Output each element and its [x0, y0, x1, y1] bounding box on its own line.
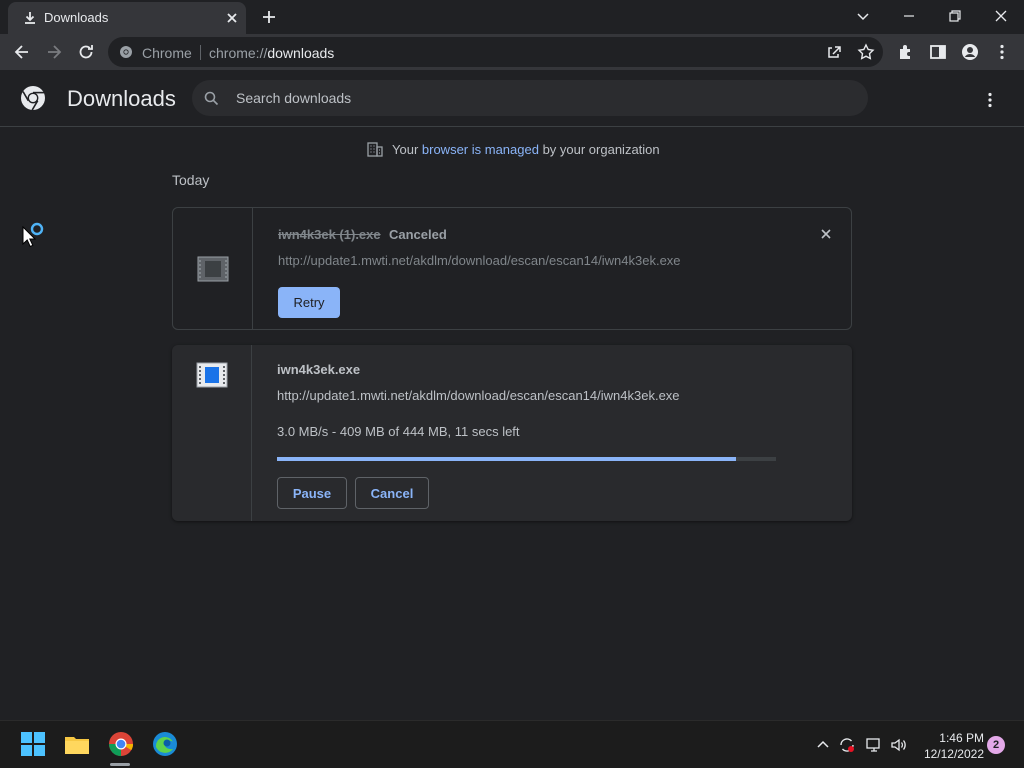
active-app-indicator	[110, 763, 130, 766]
download-status: Canceled	[389, 227, 447, 242]
edge-icon[interactable]	[152, 731, 178, 757]
system-clock[interactable]: 1:46 PM 12/12/2022	[920, 730, 984, 762]
downloads-header: Downloads	[0, 70, 1024, 127]
building-icon	[367, 142, 383, 157]
file-icon-column	[173, 208, 253, 329]
managed-suffix: by your organization	[538, 141, 660, 157]
sync-icon[interactable]	[838, 736, 856, 754]
volume-icon[interactable]	[890, 736, 908, 754]
file-icon	[197, 256, 229, 282]
clock-time: 1:46 PM	[939, 731, 984, 745]
restore-icon[interactable]	[945, 6, 965, 26]
window-close-icon[interactable]	[991, 6, 1011, 26]
chrome-taskbar-icon[interactable]	[108, 731, 134, 757]
tab-title: Downloads	[44, 10, 109, 25]
browser-menu-icon[interactable]	[992, 42, 1012, 62]
remove-item-close-icon[interactable]	[818, 226, 834, 242]
search-icon	[204, 91, 219, 106]
managed-notice: Your browser is managed by your organiza…	[366, 140, 660, 158]
download-filename[interactable]: iwn4k3ek (1).exe	[278, 227, 381, 242]
download-progress-text: 3.0 MB/s - 409 MB of 444 MB, 11 secs lef…	[277, 424, 520, 439]
search-input[interactable]	[236, 87, 836, 109]
extensions-puzzle-icon[interactable]	[896, 42, 916, 62]
toolbar: Chrome chrome://downloads	[0, 34, 1024, 70]
omnibox-divider	[200, 45, 201, 60]
windows-start-icon[interactable]	[20, 731, 46, 757]
file-explorer-icon[interactable]	[64, 731, 90, 757]
download-filename[interactable]: iwn4k3ek.exe	[277, 362, 360, 377]
tab-downloads[interactable]: Downloads	[8, 2, 246, 34]
notification-badge[interactable]: 2	[987, 736, 1005, 754]
new-tab-icon[interactable]	[260, 8, 278, 26]
cancel-button[interactable]: Cancel	[355, 477, 429, 509]
forward-icon[interactable]	[44, 42, 64, 62]
omnibox-label: Chrome	[142, 45, 192, 61]
more-options-icon[interactable]	[980, 90, 1000, 110]
retry-button[interactable]: Retry	[278, 287, 340, 318]
omnibox-url[interactable]: chrome://downloads	[209, 45, 334, 61]
download-item-canceled: iwn4k3ek (1).exe Canceled http://update1…	[172, 207, 852, 330]
url-scheme: chrome://	[209, 45, 268, 61]
profile-icon[interactable]	[960, 42, 980, 62]
minimize-icon[interactable]	[899, 6, 919, 26]
download-progress-bar	[277, 457, 776, 461]
date-section-header: Today	[172, 172, 210, 188]
chevron-up-icon[interactable]	[814, 736, 832, 754]
managed-link[interactable]: browser is managed	[422, 142, 539, 157]
download-icon	[22, 10, 38, 26]
file-icon	[196, 362, 228, 388]
chrome-logo-icon	[20, 85, 46, 111]
share-icon[interactable]	[824, 42, 844, 62]
tab-strip: Downloads	[0, 0, 1024, 34]
tab-search-icon[interactable]	[853, 6, 873, 26]
download-item-in-progress: iwn4k3ek.exe http://update1.mwti.net/akd…	[172, 345, 852, 521]
managed-prefix: Your	[392, 141, 422, 157]
download-progress-fill	[277, 457, 737, 461]
address-bar[interactable]: Chrome chrome://downloads	[108, 37, 883, 67]
network-icon[interactable]	[865, 736, 883, 754]
download-url[interactable]: http://update1.mwti.net/akdlm/download/e…	[277, 388, 680, 403]
taskbar: 1:46 PM 12/12/2022	[0, 720, 1024, 768]
download-url[interactable]: http://update1.mwti.net/akdlm/download/e…	[278, 253, 681, 268]
mouse-cursor-icon	[22, 226, 36, 248]
search-box[interactable]	[192, 80, 868, 116]
reload-icon[interactable]	[76, 42, 96, 62]
url-host: downloads	[267, 45, 335, 61]
side-panel-icon[interactable]	[928, 42, 948, 62]
close-icon[interactable]	[224, 10, 240, 26]
page-title: Downloads	[67, 86, 176, 111]
file-icon-column	[172, 345, 252, 521]
chrome-icon	[119, 45, 133, 59]
clock-date: 12/12/2022	[923, 747, 984, 761]
pause-button[interactable]: Pause	[277, 477, 347, 509]
bookmark-star-icon[interactable]	[856, 42, 876, 62]
back-icon[interactable]	[12, 42, 32, 62]
